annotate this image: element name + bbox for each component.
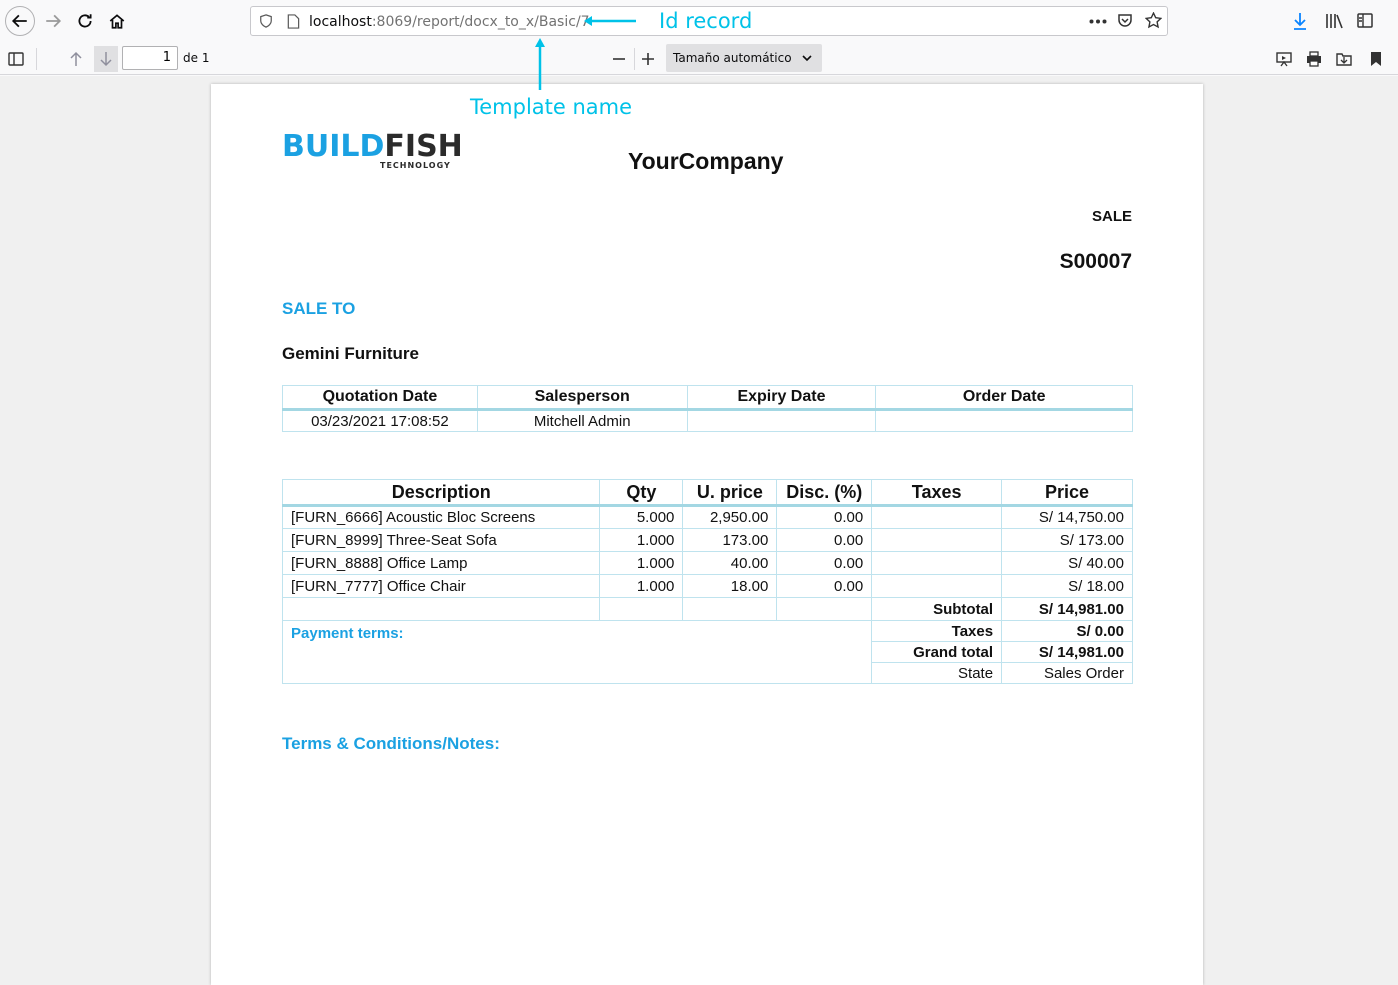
template-name-arrow (535, 38, 545, 90)
template-name-annotation: Template name (470, 95, 633, 119)
id-record-annotation: Id record (659, 9, 753, 33)
id-record-arrow (584, 16, 636, 26)
annotation-arrows (535, 16, 636, 90)
